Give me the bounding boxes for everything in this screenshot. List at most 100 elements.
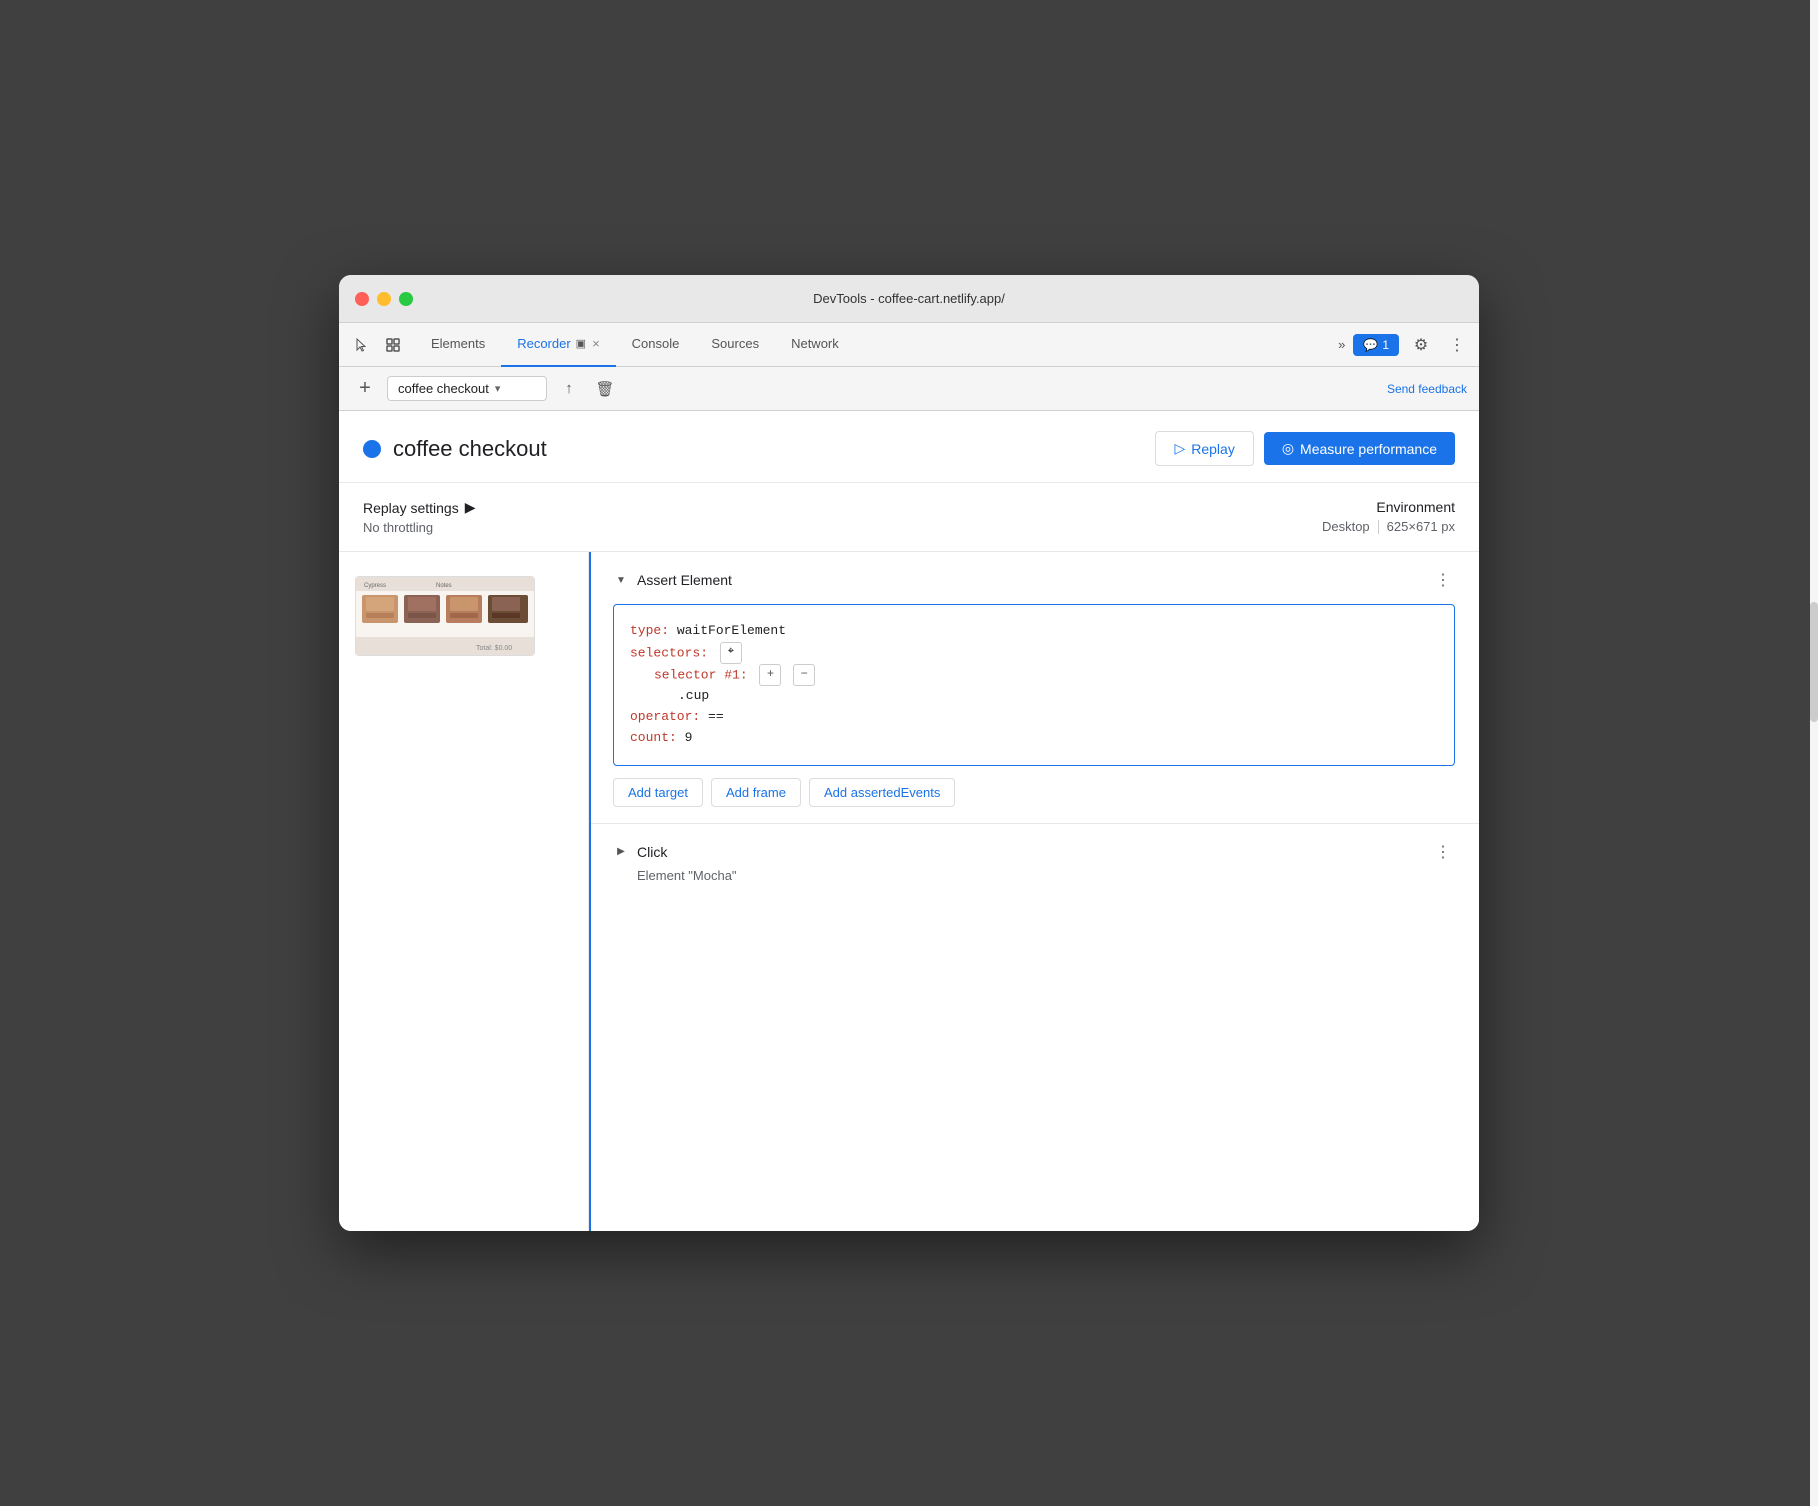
environment-name: Desktop <box>1322 519 1370 534</box>
type-key: type: <box>630 623 669 638</box>
selector-tool-icon[interactable]: ⌖ <box>720 642 742 664</box>
tab-console[interactable]: Console <box>616 323 696 367</box>
add-selector-button[interactable]: + <box>759 664 781 686</box>
inspect-button[interactable] <box>379 331 407 359</box>
recording-selector[interactable]: coffee checkout ▾ <box>387 376 547 401</box>
replay-label: Replay <box>1191 441 1235 457</box>
trash-icon: 🗑 <box>595 380 614 398</box>
assert-element-actions: Add target Add frame Add assertedEvents <box>613 778 1455 807</box>
send-feedback-link[interactable]: Send feedback <box>1387 382 1467 396</box>
remove-selector-button[interactable]: − <box>793 664 815 686</box>
svg-text:Total: $0.00: Total: $0.00 <box>476 645 512 652</box>
tab-icons <box>347 331 407 359</box>
tab-recorder[interactable]: Recorder ▣ × <box>501 323 615 367</box>
selector-value: .cup <box>678 688 709 703</box>
selector-num-key: selector #1: <box>654 667 748 682</box>
environment-value: Desktop 625×671 px <box>1322 519 1455 534</box>
operator-value: == <box>700 709 723 724</box>
timeline-line <box>589 552 591 1231</box>
close-button[interactable] <box>355 292 369 306</box>
traffic-lights <box>355 292 413 306</box>
svg-text:Notes: Notes <box>436 583 452 589</box>
more-vert-icon: ⋮ <box>1449 335 1465 355</box>
replay-settings-toggle[interactable]: Replay settings ▶ <box>363 499 1322 516</box>
thumbnail-container: Cypress Notes <box>339 568 588 664</box>
svg-text:Cypress: Cypress <box>364 583 386 589</box>
settings-right: Environment Desktop 625×671 px <box>1322 499 1455 534</box>
notification-count: 1 <box>1382 338 1389 352</box>
env-divider <box>1378 520 1379 534</box>
settings-bar: Replay settings ▶ No throttling Environm… <box>339 483 1479 552</box>
recorder-close-icon[interactable]: × <box>592 336 600 351</box>
add-frame-button[interactable]: Add frame <box>711 778 801 807</box>
tab-sources[interactable]: Sources <box>695 323 775 367</box>
replay-play-icon: ▷ <box>1174 440 1185 457</box>
measure-icon: ◎ <box>1282 440 1294 457</box>
window-title: DevTools - coffee-cart.netlify.app/ <box>813 291 1005 306</box>
gear-icon: ⚙ <box>1414 335 1428 355</box>
assert-element-step: ▼ Assert Element ⋮ type: waitForElement … <box>589 552 1479 824</box>
upload-icon: ↑ <box>565 380 573 397</box>
export-button[interactable]: ↑ <box>555 375 583 403</box>
recorder-toolbar: + coffee checkout ▾ ↑ 🗑 Send feedback <box>339 367 1479 411</box>
assert-element-toggle[interactable]: ▼ <box>613 572 629 588</box>
click-step-header: ▶ Click ⋮ <box>613 840 1455 864</box>
maximize-button[interactable] <box>399 292 413 306</box>
step-thumbnail: Cypress Notes <box>355 576 535 656</box>
notification-button[interactable]: 💬 1 <box>1353 334 1399 356</box>
cursor-tool-button[interactable] <box>347 331 375 359</box>
click-step-name: Click <box>637 844 1431 860</box>
chevron-down-icon: ▾ <box>495 382 501 395</box>
delete-button[interactable]: 🗑 <box>591 375 619 403</box>
settings-button[interactable]: ⚙ <box>1407 331 1435 359</box>
plus-icon: + <box>359 377 371 400</box>
click-step: ▶ Click ⋮ Element "Mocha" <box>589 824 1479 899</box>
devtools-tab-bar: Elements Recorder ▣ × Console Sources Ne… <box>339 323 1479 367</box>
more-options-button[interactable]: ⋮ <box>1443 331 1471 359</box>
measure-performance-button[interactable]: ◎ Measure performance <box>1264 432 1455 465</box>
count-value: 9 <box>677 730 693 745</box>
steps-area: Cypress Notes <box>339 552 1479 1231</box>
throttling-value: No throttling <box>363 520 1322 535</box>
chevron-right-icon: ▶ <box>465 499 476 516</box>
minimize-button[interactable] <box>377 292 391 306</box>
assert-element-name: Assert Element <box>637 572 1431 588</box>
title-bar: DevTools - coffee-cart.netlify.app/ <box>339 275 1479 323</box>
click-step-toggle[interactable]: ▶ <box>613 844 629 860</box>
recorder-record-icon: ▣ <box>576 337 586 350</box>
click-step-description: Element "Mocha" <box>613 868 1455 883</box>
environment-label: Environment <box>1322 499 1455 515</box>
assert-element-menu[interactable]: ⋮ <box>1431 568 1455 592</box>
thumbnail-image: Cypress Notes <box>356 577 535 656</box>
measure-label: Measure performance <box>1300 441 1437 457</box>
selectors-key: selectors: <box>630 645 708 660</box>
count-key: count: <box>630 730 677 745</box>
main-content: coffee checkout ▷ Replay ◎ Measure perfo… <box>339 411 1479 1231</box>
steps-content: ▼ Assert Element ⋮ type: waitForElement … <box>589 552 1479 1231</box>
recording-title: coffee checkout <box>393 436 1155 462</box>
tab-network[interactable]: Network <box>775 323 855 367</box>
assert-element-code: type: waitForElement selectors: ⌖ select… <box>613 604 1455 766</box>
settings-left: Replay settings ▶ No throttling <box>363 499 1322 535</box>
recording-header: coffee checkout ▷ Replay ◎ Measure perfo… <box>339 411 1479 483</box>
steps-sidebar: Cypress Notes <box>339 552 589 1231</box>
replay-button[interactable]: ▷ Replay <box>1155 431 1253 466</box>
add-asserted-events-button[interactable]: Add assertedEvents <box>809 778 955 807</box>
devtools-window: DevTools - coffee-cart.netlify.app/ Elem <box>339 275 1479 1231</box>
tabs-right-controls: » 💬 1 ⚙ ⋮ <box>1330 331 1471 359</box>
operator-key: operator: <box>630 709 700 724</box>
tabs-list: Elements Recorder ▣ × Console Sources Ne… <box>415 323 1330 367</box>
add-target-button[interactable]: Add target <box>613 778 703 807</box>
click-step-menu[interactable]: ⋮ <box>1431 840 1455 864</box>
notification-icon: 💬 <box>1363 338 1378 352</box>
type-value: waitForElement <box>669 623 786 638</box>
recording-name: coffee checkout <box>398 381 489 396</box>
tabs-overflow-button[interactable]: » <box>1338 337 1345 352</box>
environment-size: 625×671 px <box>1387 519 1455 534</box>
tab-elements[interactable]: Elements <box>415 323 501 367</box>
add-recording-button[interactable]: + <box>351 375 379 403</box>
inspect-icon <box>385 337 401 353</box>
assert-element-step-header: ▼ Assert Element ⋮ <box>613 568 1455 592</box>
cursor-icon <box>353 337 369 353</box>
recording-status-dot <box>363 440 381 458</box>
